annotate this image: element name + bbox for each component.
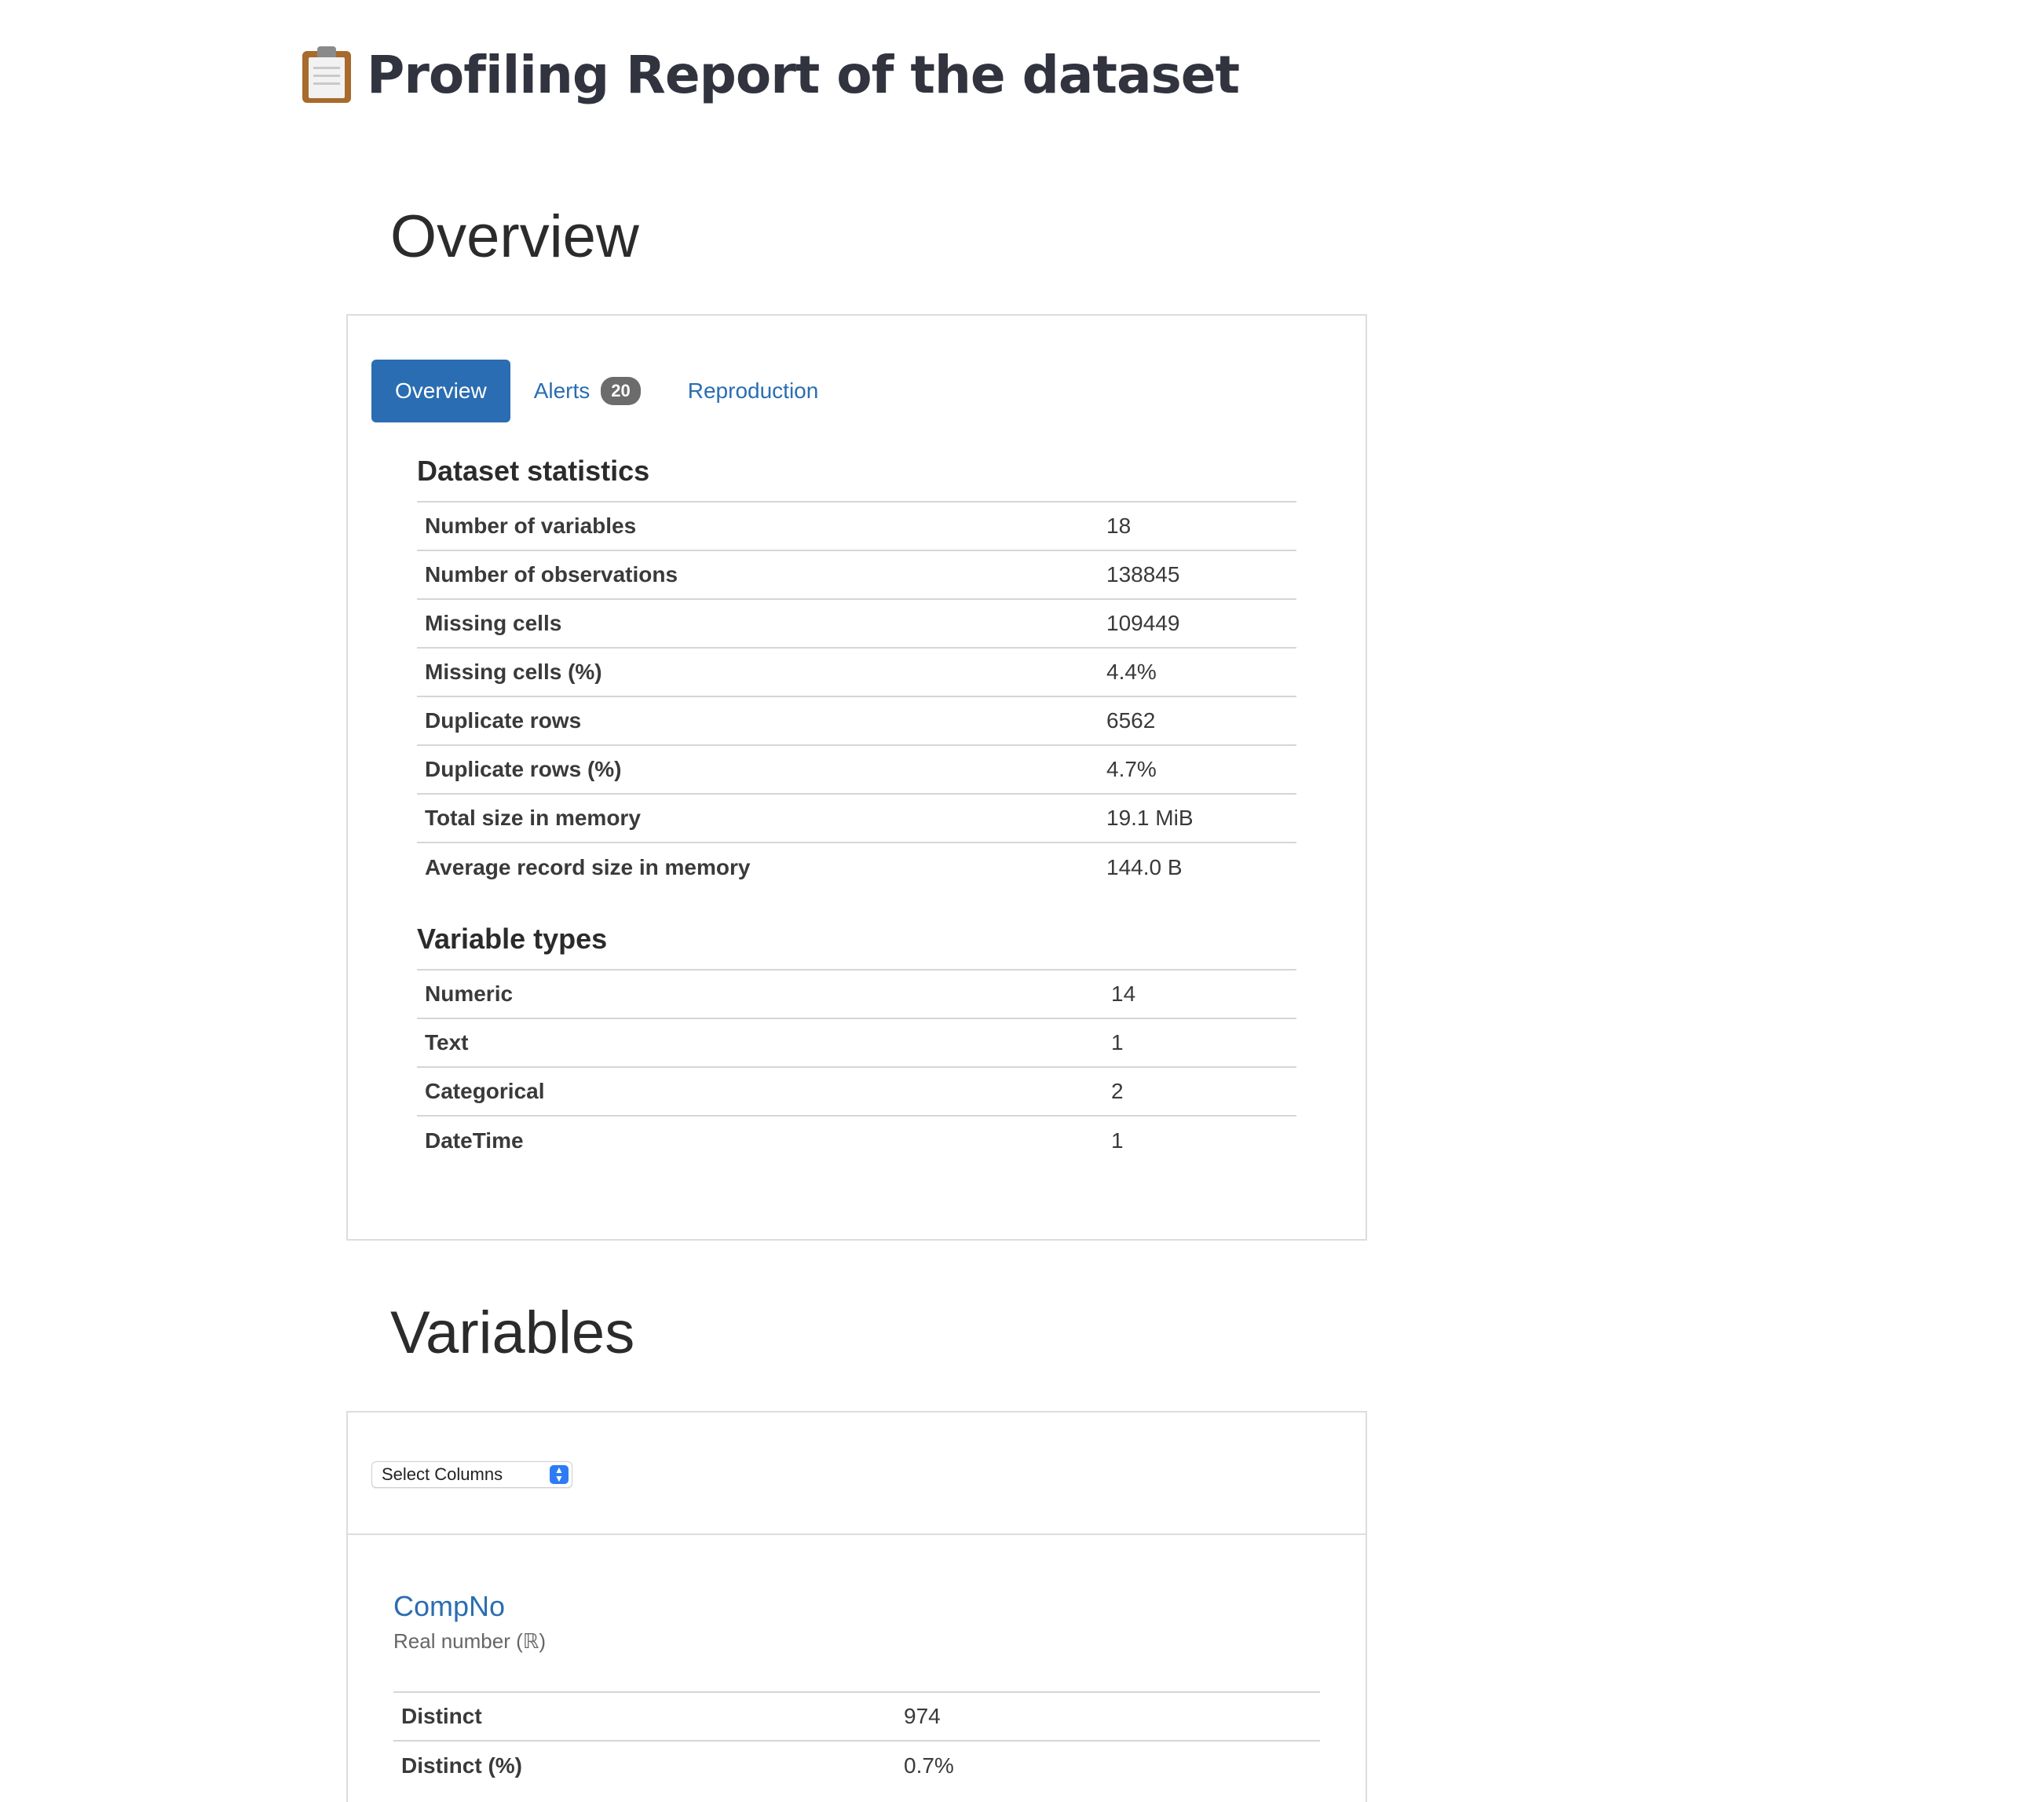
overview-heading: Overview [390, 203, 639, 270]
variable-type-row-value: 1 [1111, 1128, 1124, 1153]
dataset-stat-row-value: 144.0 B [1106, 854, 1183, 879]
variable-stats-table: Distinct 974 Distinct (%) 0.7% [393, 1691, 1320, 1789]
variables-heading: Variables [390, 1299, 635, 1366]
dataset-stat-row-value: 109449 [1106, 611, 1180, 635]
overview-tabs: Overview Alerts 20 Reproduction [371, 360, 842, 422]
variable-type-row: Categorical 2 [417, 1067, 1296, 1116]
dataset-stat-row: Duplicate rows (%) 4.7% [417, 745, 1296, 794]
overview-panel: Overview Alerts 20 Reproduction Dataset … [346, 314, 1367, 1241]
dataset-statistics-heading: Dataset statistics [417, 455, 650, 487]
dataset-stat-row: Number of observations 138845 [417, 550, 1296, 599]
dataset-stat-row: Duplicate rows 6562 [417, 696, 1296, 745]
dataset-stat-row-value: 18 [1106, 514, 1132, 538]
variable-type-row-value: 14 [1111, 981, 1136, 1006]
variable-stat-row-value: 0.7% [904, 1753, 954, 1778]
dataset-stat-row-value: 19.1 MiB [1106, 806, 1194, 830]
variable-name-link[interactable]: CompNo [393, 1590, 505, 1623]
variable-stat-row: Distinct 974 [393, 1692, 1320, 1741]
dataset-stat-row-label: Number of variables [425, 514, 637, 538]
variable-type-row: Numeric 14 [417, 970, 1296, 1018]
variable-stat-row-value: 974 [904, 1704, 941, 1728]
variable-stat-row-label: Distinct (%) [401, 1753, 522, 1778]
dataset-stat-row-label: Total size in memory [425, 806, 641, 830]
variable-type-row: DateTime 1 [417, 1116, 1296, 1164]
dataset-stat-row-value: 138845 [1106, 562, 1180, 587]
select-columns-value: Select Columns [382, 1464, 503, 1484]
dataset-stat-row-label: Missing cells (%) [425, 660, 602, 684]
dataset-stat-row: Average record size in memory 144.0 B [417, 843, 1296, 891]
dataset-stat-row: Number of variables 18 [417, 502, 1296, 550]
select-arrows-icon: ▲ ▼ [550, 1465, 569, 1484]
clipboard-icon [302, 46, 351, 103]
variable-type: Real number (ℝ) [393, 1629, 546, 1653]
tab-reproduction-label: Reproduction [687, 378, 819, 403]
variable-type-row: Text 1 [417, 1018, 1296, 1067]
dataset-stat-row: Missing cells (%) 4.4% [417, 648, 1296, 696]
dataset-stat-row: Total size in memory 19.1 MiB [417, 794, 1296, 843]
variables-panel: Select Columns ▲ ▼ CompNo Real number (ℝ)… [346, 1411, 1367, 1802]
variable-types-table: Numeric 14 Text 1 Categorical 2 DateTime 1 [417, 969, 1296, 1164]
variable-stat-row-label: Distinct [401, 1704, 482, 1728]
panel-divider [348, 1533, 1366, 1535]
variable-types-heading: Variable types [417, 923, 608, 955]
variable-type-row-value: 1 [1111, 1030, 1124, 1055]
dataset-statistics-table: Number of variables 18 Number of observati… [417, 501, 1296, 891]
dataset-stat-row-value: 4.7% [1106, 757, 1157, 781]
alerts-count-badge: 20 [601, 376, 641, 406]
variable-type-row-label: DateTime [425, 1128, 524, 1153]
variable-type-row-value: 2 [1111, 1079, 1124, 1103]
page: Profiling Report of the dataset Overview… [0, 0, 2044, 1802]
tab-overview[interactable]: Overview [371, 360, 510, 422]
select-columns-dropdown[interactable]: Select Columns ▲ ▼ [371, 1461, 572, 1488]
page-title-text: Profiling Report of the dataset [367, 44, 1240, 105]
dataset-stat-row: Missing cells 109449 [417, 599, 1296, 648]
variable-type-row-label: Categorical [425, 1079, 545, 1103]
tab-overview-label: Overview [395, 378, 487, 403]
variable-stat-row: Distinct (%) 0.7% [393, 1741, 1320, 1789]
page-title: Profiling Report of the dataset [302, 39, 1240, 110]
tab-alerts[interactable]: Alerts 20 [510, 360, 664, 422]
dataset-stat-row-label: Average record size in memory [425, 854, 751, 879]
dataset-stat-row-label: Missing cells [425, 611, 562, 635]
dataset-stat-row-label: Duplicate rows [425, 708, 582, 733]
dataset-stat-row-label: Duplicate rows (%) [425, 757, 622, 781]
dataset-stat-row-value: 4.4% [1106, 660, 1157, 684]
variable-type-row-label: Numeric [425, 981, 514, 1006]
dataset-stat-row-label: Number of observations [425, 562, 678, 587]
tab-reproduction[interactable]: Reproduction [664, 360, 843, 422]
dataset-stat-row-value: 6562 [1106, 708, 1156, 733]
tab-alerts-label: Alerts [533, 378, 591, 403]
variable-type-row-label: Text [425, 1030, 469, 1055]
